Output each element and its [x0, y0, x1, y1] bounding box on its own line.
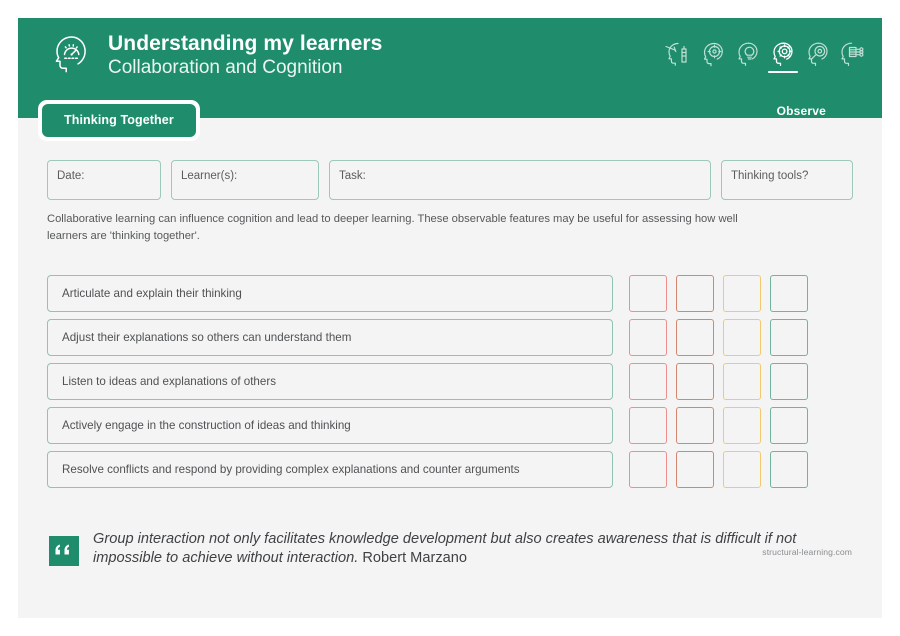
checkbox-col-4[interactable] [770, 318, 808, 356]
stage-icon-lightbulb[interactable] [733, 38, 763, 73]
checkbox-col-4[interactable] [770, 362, 808, 400]
learners-field[interactable]: Learner(s): [171, 160, 319, 200]
head-target-icon [698, 38, 728, 68]
statement-label: Resolve conflicts and respond by providi… [47, 450, 613, 488]
table-row: Resolve conflicts and respond by providi… [47, 450, 853, 488]
checkbox-col-3[interactable] [723, 318, 761, 356]
checkbox-col-3[interactable] [723, 406, 761, 444]
table-row: Articulate and explain their thinking [47, 274, 853, 312]
quote-block: Group interaction not only facilitates k… [18, 495, 882, 569]
observe-label: Observe [776, 104, 826, 118]
checkbox-col-1[interactable] [629, 450, 667, 488]
active-stage-underline [768, 71, 798, 73]
brand: Understanding my learners Collaboration … [48, 31, 382, 77]
head-explore-icon [663, 38, 693, 68]
checkbox-col-3[interactable] [723, 362, 761, 400]
statement-label: Listen to ideas and explanations of othe… [47, 362, 613, 400]
page-title: Understanding my learners [108, 32, 383, 55]
table-row: Adjust their explanations so others can … [47, 318, 853, 356]
head-eye-icon [803, 38, 833, 68]
head-network-icon [838, 38, 868, 68]
table-row: Actively engage in the construction of i… [47, 406, 853, 444]
observation-checklist: Articulate and explain their thinking Ad… [18, 246, 882, 488]
checkbox-col-1[interactable] [629, 406, 667, 444]
checkbox-col-1[interactable] [629, 362, 667, 400]
checkbox-col-2[interactable] [676, 450, 714, 488]
checkbox-col-3[interactable] [723, 450, 761, 488]
head-gauge-icon [48, 31, 94, 77]
table-row: Listen to ideas and explanations of othe… [47, 362, 853, 400]
checkbox-group [629, 450, 808, 488]
stage-icon-row [663, 38, 868, 73]
statement-label: Adjust their explanations so others can … [47, 318, 613, 356]
worksheet-body: Date: Learner(s): Task: Thinking tools? … [18, 118, 882, 569]
worksheet-sheet: Understanding my learners Collaboration … [18, 18, 882, 618]
checkbox-col-4[interactable] [770, 406, 808, 444]
quote-author: Robert Marzano [362, 550, 467, 567]
checkbox-col-2[interactable] [676, 406, 714, 444]
stage-icon-network[interactable] [838, 38, 868, 73]
date-field[interactable]: Date: [47, 160, 161, 200]
quote-mark-icon [49, 535, 79, 566]
head-gear-icon [768, 38, 798, 68]
checkbox-col-2[interactable] [676, 318, 714, 356]
worksheet-page: Understanding my learners Collaboration … [0, 0, 900, 636]
task-field[interactable]: Task: [329, 160, 711, 200]
stage-icon-target[interactable] [698, 38, 728, 73]
thinking-tools-field[interactable]: Thinking tools? [721, 160, 853, 200]
statement-label: Articulate and explain their thinking [47, 274, 613, 312]
checkbox-col-1[interactable] [629, 318, 667, 356]
checkbox-group [629, 406, 808, 444]
checkbox-group [629, 318, 808, 356]
intro-text: Collaborative learning can influence cog… [47, 213, 738, 243]
checkbox-group [629, 274, 808, 312]
checkbox-col-4[interactable] [770, 450, 808, 488]
page-subtitle: Collaboration and Cognition [108, 57, 343, 78]
statement-label: Actively engage in the construction of i… [47, 406, 613, 444]
quote-text: Group interaction not only facilitates k… [93, 530, 823, 569]
footer-credit: structural-learning.com [762, 546, 852, 557]
head-lightbulb-icon [733, 38, 763, 68]
checkbox-col-4[interactable] [770, 274, 808, 312]
checkbox-col-2[interactable] [676, 362, 714, 400]
brand-text: Understanding my learners Collaboration … [108, 31, 382, 77]
checkbox-group [629, 362, 808, 400]
checkbox-col-1[interactable] [629, 274, 667, 312]
checkbox-col-2[interactable] [676, 274, 714, 312]
field-row: Date: Learner(s): Task: Thinking tools? [18, 118, 882, 200]
stage-icon-eye[interactable] [803, 38, 833, 73]
checkbox-col-3[interactable] [723, 274, 761, 312]
stage-icon-observe[interactable] [768, 38, 798, 73]
stage-icon-explore[interactable] [663, 38, 693, 73]
